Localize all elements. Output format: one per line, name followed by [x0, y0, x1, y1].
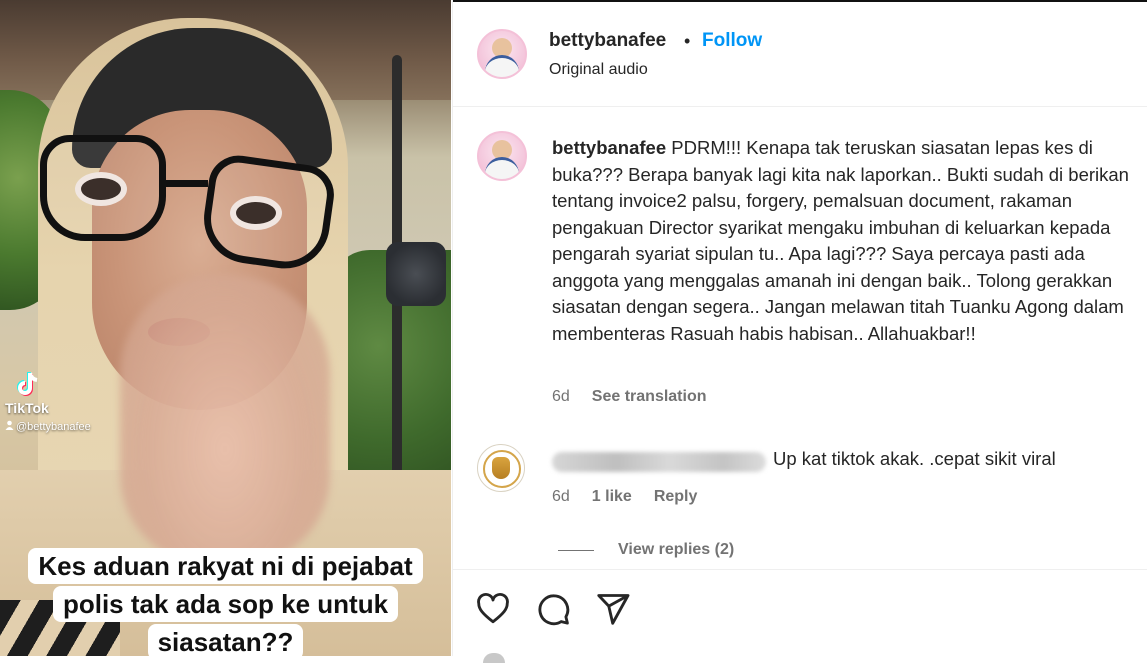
comment-like-count[interactable]: 1 like — [592, 488, 632, 506]
follow-button[interactable]: Follow — [702, 30, 762, 52]
avatar[interactable] — [477, 29, 527, 79]
comment-icon[interactable] — [535, 591, 571, 627]
view-replies-button[interactable]: View replies (2) — [558, 541, 734, 559]
avatar[interactable] — [477, 444, 525, 492]
tiktok-handle-text: @bettybanafee — [16, 420, 91, 433]
reply-button[interactable]: Reply — [654, 488, 698, 506]
see-translation-button[interactable]: See translation — [592, 388, 707, 406]
video-person-glasses-left — [40, 135, 166, 241]
video-caption: Kes aduan rakyat ni di pejabat polis tak… — [0, 548, 451, 656]
avatar-body — [485, 55, 519, 77]
share-icon[interactable] — [595, 591, 631, 627]
comment-text: Up kat tiktok akak. .cepat sikit viral — [773, 448, 1056, 469]
tiktok-handle: @bettybanafee — [5, 420, 91, 433]
comments-list[interactable]: bettybanafee PDRM!!! Kenapa tak teruskan… — [453, 107, 1147, 569]
view-replies-line — [558, 549, 594, 551]
video-person-glasses-bridge — [160, 180, 208, 187]
video-background-lantern — [386, 242, 446, 306]
video-caption-line: polis tak ada sop ke untuk — [52, 586, 399, 622]
video-person-hand — [120, 275, 330, 565]
comment-username[interactable]: bettybanafee — [552, 137, 666, 158]
comment-meta: 6d See translation — [552, 388, 707, 406]
comment-age[interactable]: 6d — [552, 388, 570, 406]
avatar-body — [485, 157, 519, 179]
user-icon — [5, 420, 14, 433]
video-caption-line: Kes aduan rakyat ni di pejabat — [28, 548, 423, 584]
comment-age[interactable]: 6d — [552, 488, 570, 506]
post-actions-bar — [453, 569, 1147, 663]
view-replies-label: View replies (2) — [618, 541, 735, 558]
tiktok-brand-text: TikTok — [5, 400, 49, 416]
audio-link[interactable]: Original audio — [549, 61, 648, 79]
tiktok-logo-icon — [15, 370, 43, 398]
video-caption-line: siasatan?? — [147, 624, 304, 656]
post-panel: bettybanafee • Follow Original audio bet… — [452, 0, 1147, 663]
comment-body: bettybanafee PDRM!!! Kenapa tak teruskan… — [552, 135, 1147, 347]
comment-meta: 6d 1 like Reply — [552, 488, 697, 506]
avatar-emblem-figure — [492, 457, 510, 479]
post-author-username[interactable]: bettybanafee — [549, 30, 666, 52]
tiktok-watermark: TikTok @bettybanafee — [5, 370, 91, 433]
comment-text: PDRM!!! Kenapa tak teruskan siasatan lep… — [552, 137, 1129, 344]
separator-dot: • — [684, 31, 691, 51]
video-player[interactable]: TikTok @bettybanafee Kes aduan rakyat ni… — [0, 0, 451, 656]
post-header: bettybanafee • Follow Original audio — [453, 0, 1147, 107]
redacted-username[interactable] — [552, 452, 766, 472]
next-avatar-peek — [483, 653, 505, 663]
avatar[interactable] — [477, 131, 527, 181]
heart-icon[interactable] — [475, 591, 511, 627]
